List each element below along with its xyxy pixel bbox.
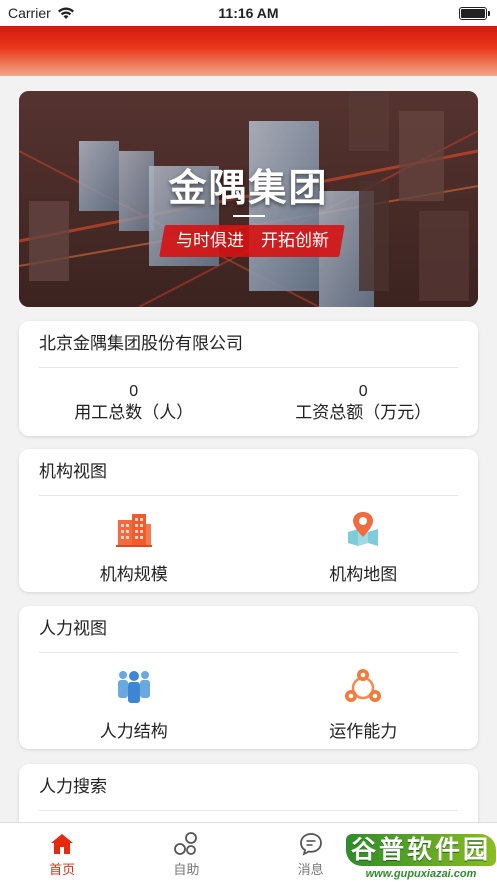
org-scale-label: 机构规模 [99,565,168,584]
banner-title: 金隅集团 [168,168,329,210]
hr-search-card[interactable]: 人力搜索 [19,764,478,822]
org-map-button[interactable]: 机构地图 [249,496,479,592]
card-divider [39,810,458,811]
people-group-icon [117,671,150,703]
org-view-title: 机构视图 [39,462,107,481]
home-icon [51,834,74,854]
org-view-grid: 机构规模 机构地图 [19,496,478,592]
org-scale-button[interactable]: 机构规模 [19,496,249,592]
banner-divider [233,215,265,217]
hr-view-grid: 人力结构 运作能力 [19,653,478,749]
tab-home[interactable]: 首页 [0,823,124,883]
banner-slogan-text: 与时俱进 开拓创新 [175,231,329,250]
watermark-main: 谷普软件园 [346,834,496,866]
company-stats: 0 用工总数（人） 0 工资总额（万元） [19,368,478,436]
stat-total-wages[interactable]: 0 工资总额（万元） [249,368,479,436]
message-icon [299,833,322,856]
tab-home-label: 首页 [49,862,76,877]
self-service-icon [174,832,198,855]
hr-search-title: 人力搜索 [39,777,107,796]
status-bar: Carrier 11:16 AM [0,0,497,26]
banner-slogan: 与时俱进 开拓创新 [159,225,345,257]
stat-value: 0 [129,383,139,400]
stat-value: 0 [358,383,368,400]
org-view-card: 机构视图 机构规模 机构地图 [19,449,478,592]
status-left: Carrier [8,5,75,21]
wifi-icon [57,7,74,19]
map-pin-icon [348,512,379,546]
tab-self-service-label: 自助 [173,862,200,877]
tab-self-service[interactable]: 自助 [124,823,248,883]
stat-label: 用工总数（人） [74,403,194,422]
hr-structure-label: 人力结构 [99,722,168,741]
banner[interactable]: 金隅集团 与时俱进 开拓创新 [19,91,478,307]
org-map-label: 机构地图 [329,565,398,584]
header-bar [0,26,497,76]
carrier-label: Carrier [8,5,51,21]
operation-capability-button[interactable]: 运作能力 [249,653,479,749]
watermark-url: www.gupuxiazai.com [365,868,477,880]
building-icon [115,514,152,547]
watermark: 谷普软件园 www.gupuxiazai.com [346,828,496,883]
stat-label: 工资总额（万元） [295,403,432,422]
stat-employee-count[interactable]: 0 用工总数（人） [19,368,249,436]
hr-view-title: 人力视图 [39,619,107,638]
company-name: 北京金隅集团股份有限公司 [39,334,243,353]
hr-view-card: 人力视图 人力结构 运作能力 [19,606,478,749]
hr-structure-button[interactable]: 人力结构 [19,653,249,749]
home-scroll-area[interactable]: 金隅集团 与时俱进 开拓创新 北京金隅集团股份有限公司 0 用工总数（人） 0 … [0,76,497,822]
company-card: 北京金隅集团股份有限公司 0 用工总数（人） 0 工资总额（万元） [19,321,478,436]
operation-capability-label: 运作能力 [329,722,398,741]
tab-messages-label: 消息 [297,862,324,877]
battery-icon [459,6,490,20]
network-icon [345,669,382,702]
